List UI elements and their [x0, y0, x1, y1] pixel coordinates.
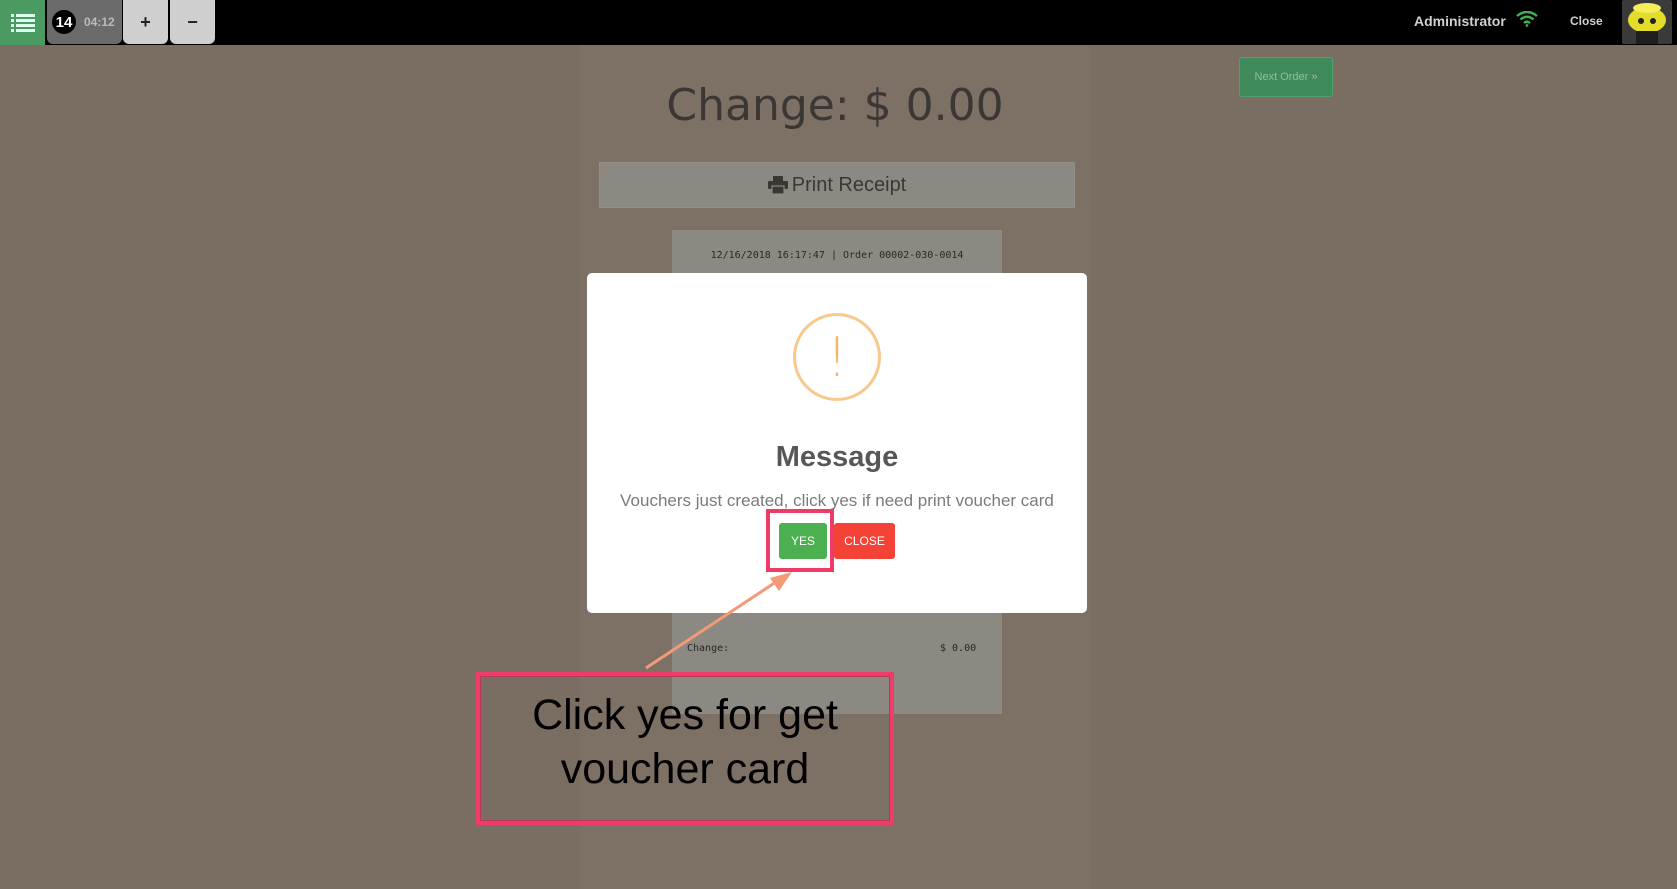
- printer-icon: [767, 176, 788, 194]
- avatar[interactable]: [1622, 0, 1672, 44]
- top-bar: 14 04:12 + − Administrator Close: [0, 0, 1677, 45]
- change-heading: Change: $ 0.00: [666, 80, 1004, 131]
- list-icon: [10, 13, 35, 32]
- close-dialog-button[interactable]: CLOSE: [834, 523, 895, 559]
- dialog-message: Vouchers just created, click yes if need…: [620, 491, 1054, 510]
- next-order-button[interactable]: Next Order »: [1239, 57, 1333, 97]
- active-order-tab[interactable]: 14 04:12: [47, 0, 122, 44]
- annotation-line-1: Click yes for get: [532, 691, 838, 739]
- menu-button[interactable]: [0, 0, 45, 45]
- remove-order-button[interactable]: −: [170, 0, 215, 44]
- dialog-title: Message: [775, 441, 899, 473]
- warning-icon: !: [793, 313, 881, 401]
- annotation-callout: Click yes for get voucher card: [476, 672, 894, 825]
- add-order-button[interactable]: +: [123, 0, 168, 44]
- wifi-icon: [1516, 11, 1538, 27]
- print-receipt-button[interactable]: Print Receipt: [599, 162, 1075, 208]
- annotation-text: Click yes for get voucher card: [480, 688, 890, 796]
- message-dialog: ! Message Vouchers just created, click y…: [587, 273, 1087, 613]
- avatar-image: [1622, 0, 1672, 44]
- print-receipt-label: Print Receipt: [791, 173, 907, 196]
- yes-highlight-box: [766, 509, 834, 572]
- order-timer: 04:12: [84, 15, 115, 29]
- user-name: Administrator: [1414, 13, 1506, 29]
- receipt-change-value: $ 0.00: [940, 643, 977, 654]
- receipt-header: 12/16/2018 16:17:47 | Order 00002-030-00…: [710, 250, 964, 261]
- exclamation-icon: !: [826, 326, 848, 389]
- order-number-badge: 14: [52, 10, 76, 34]
- close-link[interactable]: Close: [1570, 14, 1603, 28]
- annotation-line-2: voucher card: [560, 745, 810, 793]
- receipt-change-label: Change:: [687, 643, 730, 654]
